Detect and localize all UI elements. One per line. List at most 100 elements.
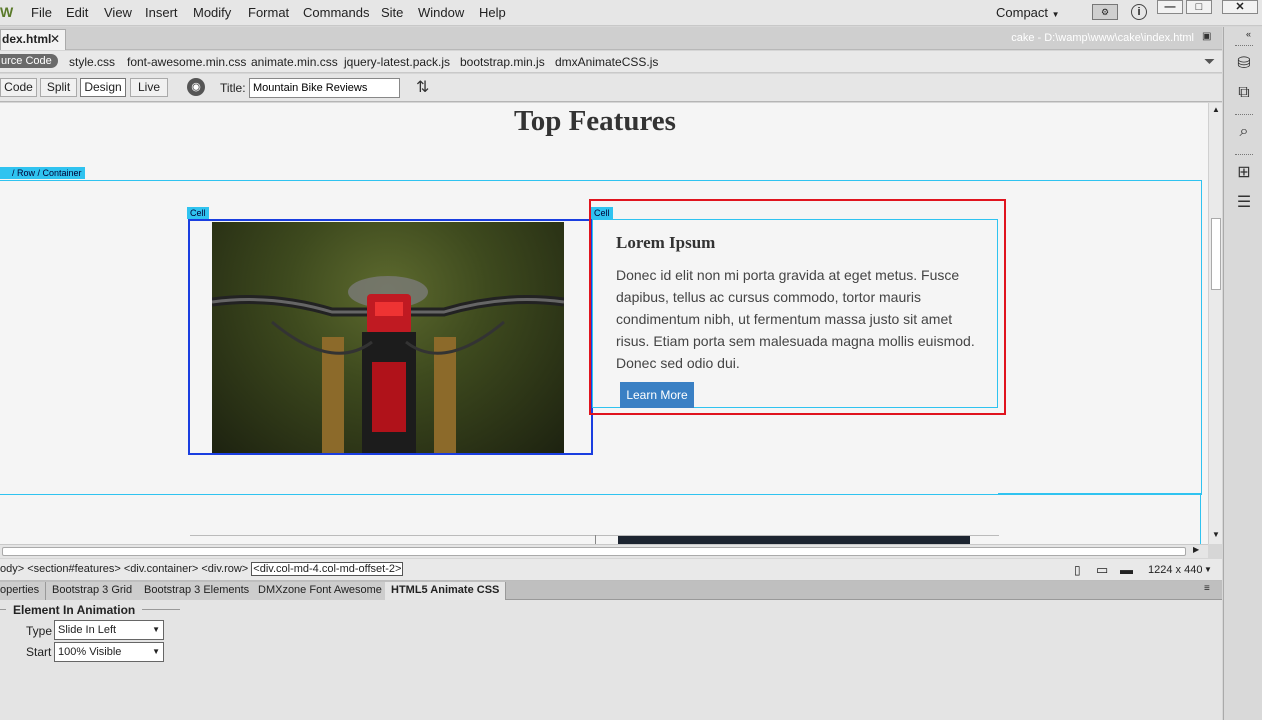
tablet-size-icon[interactable]: ▭ xyxy=(1096,562,1108,578)
page-heading: Top Features xyxy=(514,105,676,137)
vertical-scrollbar[interactable]: ▲ ▼ xyxy=(1208,103,1222,544)
minimize-button[interactable]: — xyxy=(1157,0,1183,14)
maximize-button[interactable]: □ xyxy=(1186,0,1212,14)
live-view-button[interactable]: Live xyxy=(130,78,168,97)
menu-bar: W File Edit View Insert Modify Format Co… xyxy=(0,0,1262,26)
card-text: Donec id elit non mi porta gravida at eg… xyxy=(616,267,975,371)
bike-handlebar-image xyxy=(212,222,564,453)
section-rule-right xyxy=(142,609,180,610)
document-toolbar: Code Split Design Live ◉ Title: ⇅ xyxy=(0,74,1222,102)
document-title-input[interactable] xyxy=(249,78,400,98)
cell-chip-image[interactable]: Cell xyxy=(187,207,209,219)
snippets-icon[interactable]: ☰ xyxy=(1233,193,1255,213)
document-tab-label: dex.html xyxy=(2,32,52,46)
related-file-animate[interactable]: animate.min.css xyxy=(251,55,338,69)
scroll-right-icon[interactable]: ▶ xyxy=(1193,545,1199,554)
start-select[interactable]: 100% Visible ▼ xyxy=(54,642,164,662)
related-file-dmxanimate[interactable]: dmxAnimateCSS.js xyxy=(555,55,658,69)
tag-current[interactable]: <div.col-md-4.col-md-offset-2> xyxy=(251,562,404,576)
horizontal-scroll-thumb[interactable] xyxy=(2,547,1186,556)
menu-edit[interactable]: Edit xyxy=(66,5,88,20)
card-title: Lorem Ipsum xyxy=(616,233,716,252)
panel-menu-icon[interactable]: ≡ xyxy=(1204,583,1210,594)
horizontal-scrollbar[interactable]: ▶ xyxy=(0,544,1208,558)
design-view-button[interactable]: Design xyxy=(80,78,126,97)
related-file-font-awesome[interactable]: font-awesome.min.css xyxy=(127,55,246,69)
chevron-down-icon[interactable]: ▼ xyxy=(1204,565,1212,574)
tab-font-awesome[interactable]: DMXzone Font Awesome xyxy=(252,582,389,600)
assets-icon[interactable]: ⧉ xyxy=(1233,83,1255,103)
related-file-bootstrap[interactable]: bootstrap.min.js xyxy=(460,55,545,69)
start-label: Start xyxy=(26,645,52,659)
tag-selector-bar: ody> <section#features> <div.container> … xyxy=(0,559,1222,581)
panel-grip[interactable] xyxy=(1235,154,1253,157)
row-bottom-line xyxy=(0,494,998,495)
document-tab[interactable]: dex.html ✕ xyxy=(0,29,66,50)
tab-bootstrap-grid[interactable]: Bootstrap 3 Grid xyxy=(46,582,140,600)
database-icon[interactable]: ⛁ xyxy=(1233,54,1255,74)
filter-icon[interactable]: ⏷ xyxy=(1204,53,1215,70)
source-code-button[interactable]: urce Code xyxy=(0,54,58,68)
restore-doc-icon[interactable]: ▣ xyxy=(1202,31,1211,42)
row-bottom-line-right xyxy=(998,493,1202,495)
tab-bootstrap-elements[interactable]: Bootstrap 3 Elements xyxy=(138,582,257,600)
related-file-style-css[interactable]: style.css xyxy=(69,55,115,69)
panel-grip[interactable] xyxy=(1235,114,1253,117)
title-label: Title: xyxy=(220,81,246,95)
menu-window[interactable]: Window xyxy=(418,5,464,20)
text-cell[interactable]: Lorem Ipsum Donec id elit non mi porta g… xyxy=(592,219,998,408)
image-cell[interactable] xyxy=(188,219,593,455)
close-window-button[interactable]: ✕ xyxy=(1222,0,1258,14)
tag-section-features[interactable]: <section#features> xyxy=(27,563,121,575)
split-view-button[interactable]: Split xyxy=(40,78,77,97)
learn-more-button[interactable]: Learn More xyxy=(620,382,694,408)
panel-grip[interactable] xyxy=(1235,45,1253,48)
type-label: Type xyxy=(26,624,53,638)
bike-handlebar-illustration xyxy=(212,276,564,453)
tab-properties[interactable]: operties xyxy=(0,582,47,600)
panel-tabs: operties Bootstrap 3 Grid Bootstrap 3 El… xyxy=(0,581,1222,600)
tab-html5-animate-css[interactable]: HTML5 Animate CSS xyxy=(385,582,507,600)
desktop-size-icon[interactable]: ▬ xyxy=(1120,562,1133,577)
type-select-value: Slide In Left xyxy=(58,624,117,636)
file-transfer-icon[interactable]: ⇅ xyxy=(416,77,429,97)
chevron-down-icon: ▼ xyxy=(152,647,160,656)
menu-modify[interactable]: Modify xyxy=(193,5,231,20)
scroll-up-icon[interactable]: ▲ xyxy=(1212,105,1220,114)
document-path: cake - D:\wamp\www\cake\index.html xyxy=(1011,32,1194,44)
chevron-down-icon: ▼ xyxy=(1051,10,1060,19)
type-select[interactable]: Slide In Left ▼ xyxy=(54,620,164,640)
menu-insert[interactable]: Insert xyxy=(145,5,178,20)
menu-format[interactable]: Format xyxy=(248,5,289,20)
sitemap-icon[interactable]: ⊞ xyxy=(1233,163,1255,183)
code-inspect-icon[interactable]: ⌕ xyxy=(1233,122,1255,142)
app-logo: W xyxy=(0,4,14,20)
cell-chip-text[interactable]: Cell xyxy=(591,207,613,219)
menu-site[interactable]: Site xyxy=(381,5,403,20)
extensions-icon[interactable]: ⚙ xyxy=(1092,4,1118,20)
menu-commands[interactable]: Commands xyxy=(303,5,369,20)
menu-view[interactable]: View xyxy=(104,5,132,20)
related-files-bar: urce Code style.css font-awesome.min.css… xyxy=(0,51,1222,73)
document-tab-bar: dex.html ✕ cake - D:\wamp\www\cake\index… xyxy=(0,27,1222,50)
info-icon[interactable]: i xyxy=(1131,4,1147,20)
code-view-button[interactable]: Code xyxy=(0,78,37,97)
tag-body[interactable]: ody> xyxy=(0,563,24,575)
tag-div-container[interactable]: <div.container> xyxy=(124,563,198,575)
collapse-panel-icon[interactable]: « xyxy=(1246,29,1251,39)
globe-icon[interactable]: ◉ xyxy=(187,78,205,96)
close-icon[interactable]: ✕ xyxy=(50,30,60,49)
tag-selector: ody> <section#features> <div.container> … xyxy=(0,562,404,576)
container-right-edge xyxy=(1200,494,1201,544)
design-view[interactable]: Top Features / Row / Container Cell Cell… xyxy=(0,103,1208,544)
mobile-size-icon[interactable]: ▯ xyxy=(1074,563,1081,577)
workspace-switcher[interactable]: Compact ▼ xyxy=(996,5,1060,20)
related-file-jquery[interactable]: jquery-latest.pack.js xyxy=(344,55,450,69)
row-container-chip[interactable]: / Row / Container xyxy=(0,167,85,179)
vertical-scroll-thumb[interactable] xyxy=(1211,218,1221,290)
menu-file[interactable]: File xyxy=(31,5,52,20)
tag-div-row[interactable]: <div.row> xyxy=(201,563,248,575)
menu-help[interactable]: Help xyxy=(479,5,506,20)
scroll-down-icon[interactable]: ▼ xyxy=(1212,530,1220,539)
window-size-readout[interactable]: 1224 x 440 xyxy=(1148,564,1202,576)
